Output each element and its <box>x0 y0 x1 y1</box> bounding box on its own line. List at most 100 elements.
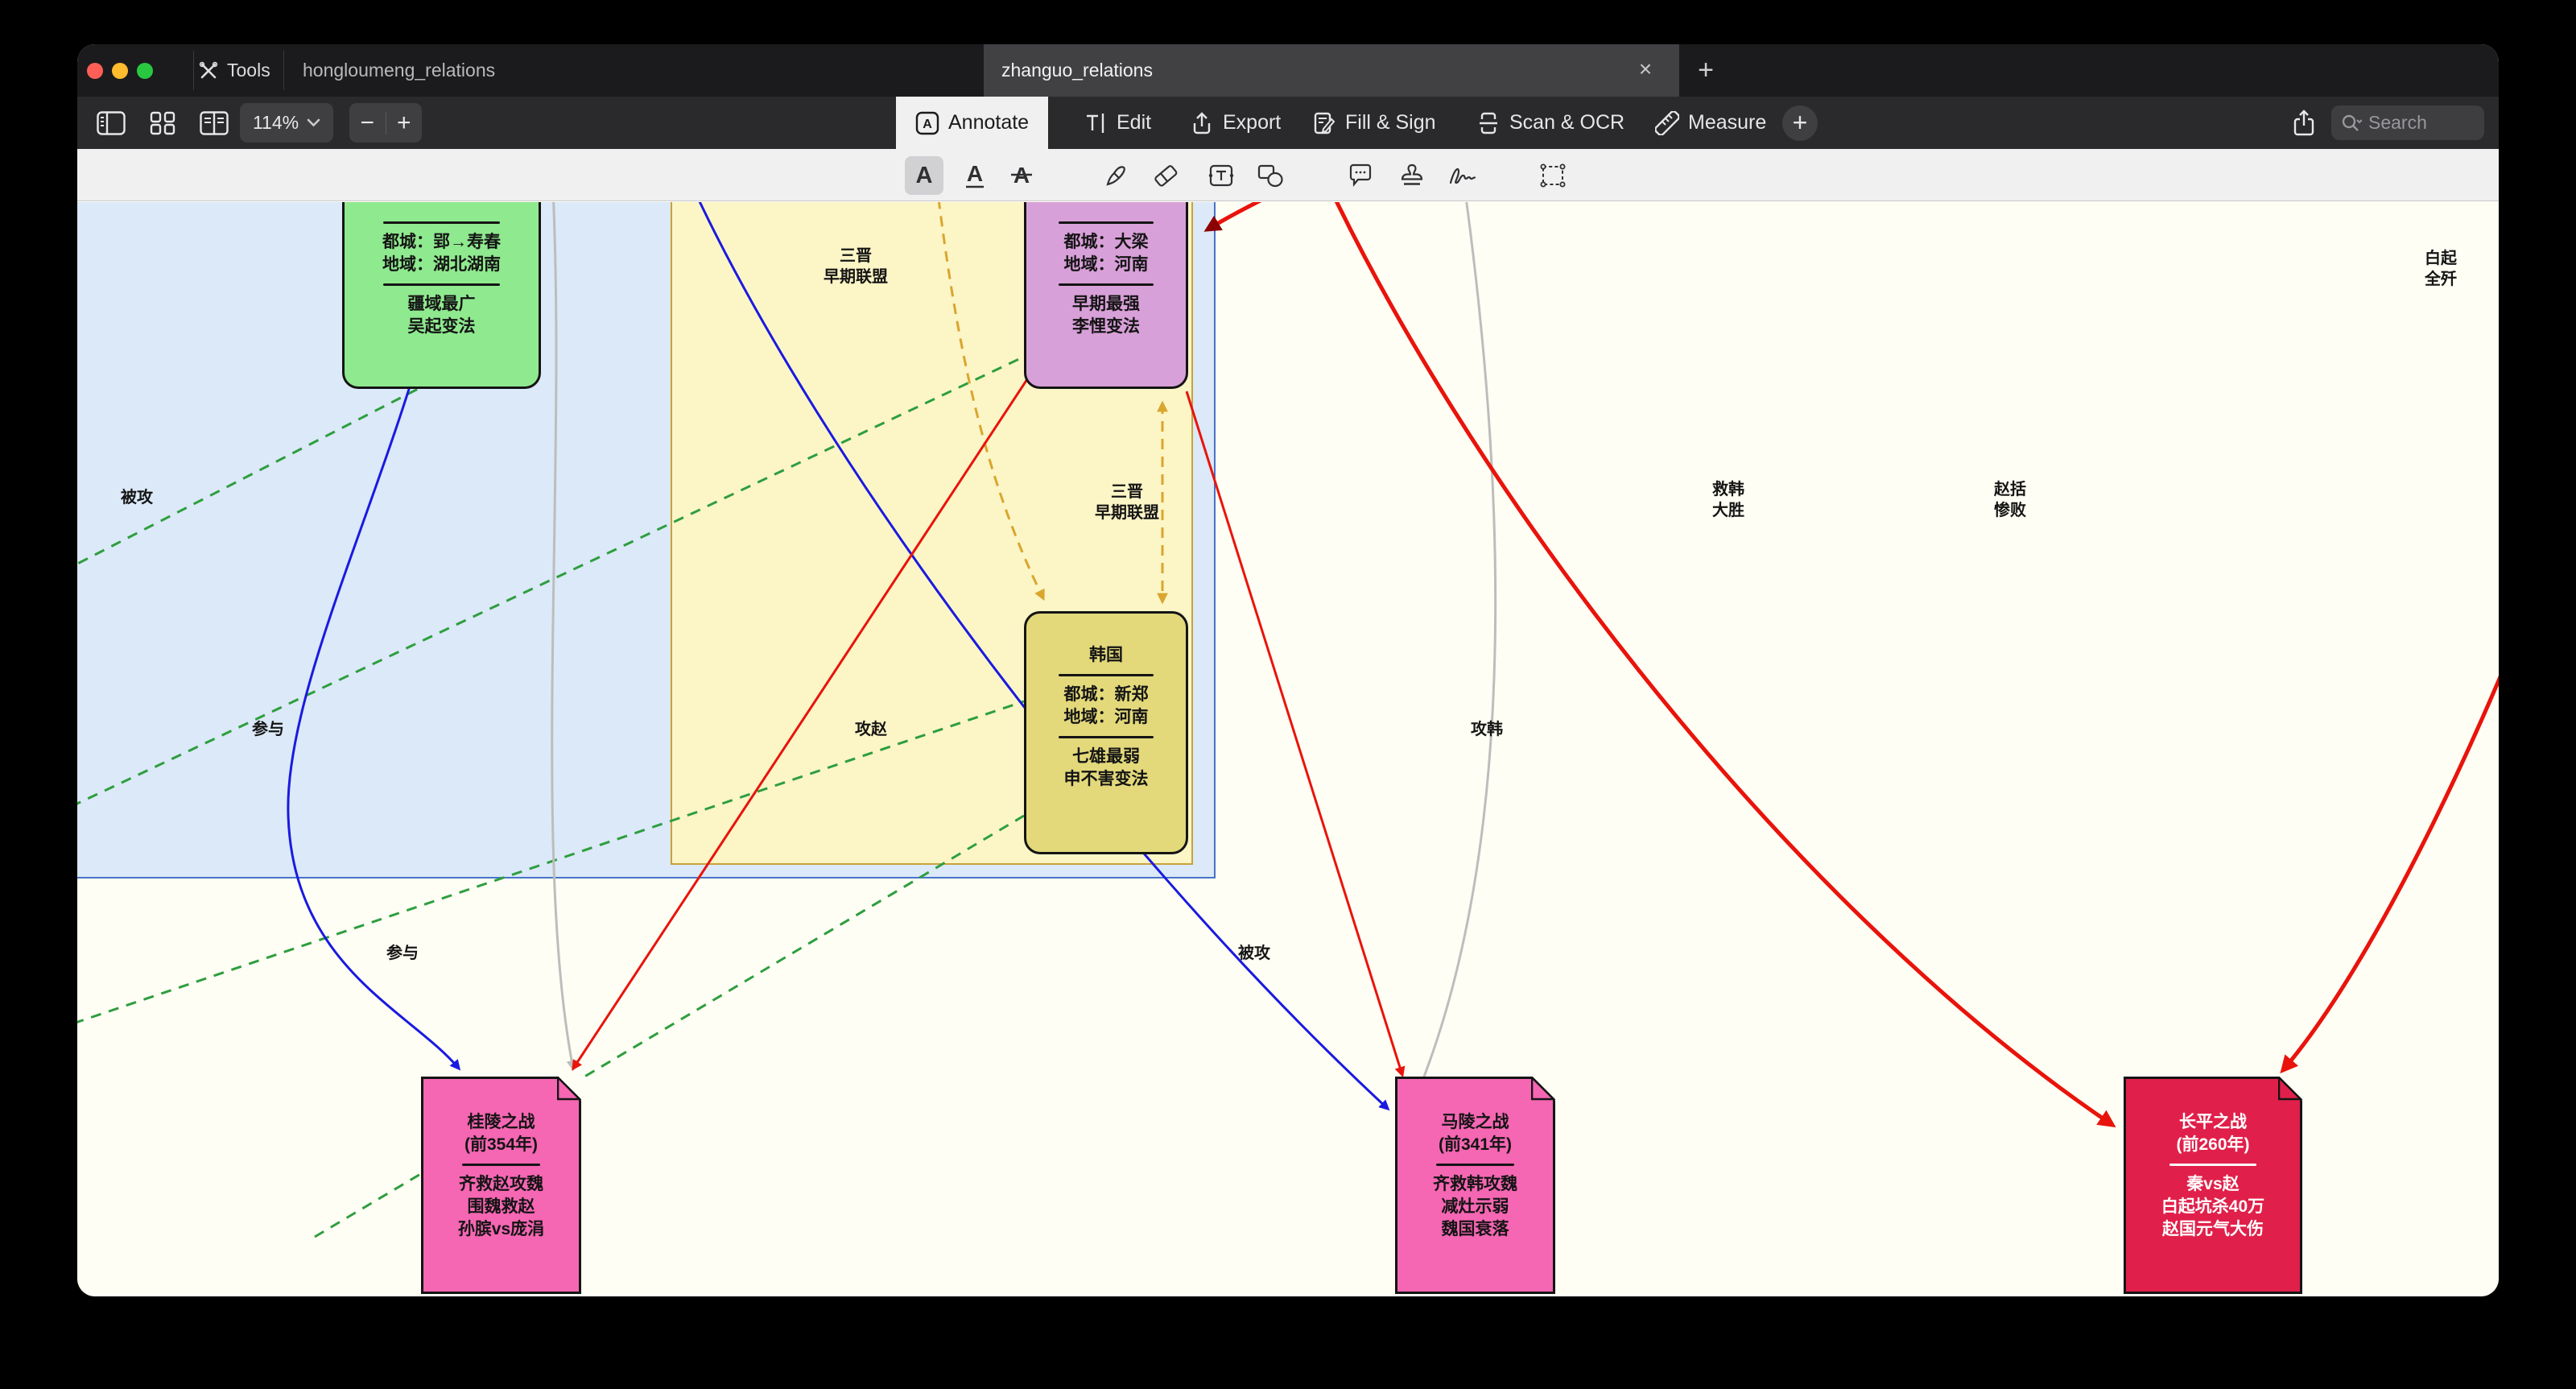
mode-label: Fill & Sign <box>1345 111 1436 134</box>
battle-title: 马陵之战 <box>1441 1113 1509 1131</box>
shapes-button[interactable] <box>1251 156 1290 195</box>
node-info-line: 都城：新郑 <box>1063 685 1149 704</box>
text-box-button[interactable] <box>1202 156 1241 195</box>
note-comment-button[interactable] <box>1341 156 1380 195</box>
highlight-text-button[interactable]: A <box>905 156 943 195</box>
chevron-down-icon <box>307 118 320 127</box>
sketch-pen-button[interactable] <box>1097 156 1136 195</box>
zoom-out-button[interactable]: − <box>349 105 386 142</box>
tab-hongloumeng-relations[interactable]: hongloumeng_relations <box>285 44 980 97</box>
divider <box>1058 736 1154 738</box>
svg-text:A: A <box>923 118 932 131</box>
edge-label: 赵括 惨败 <box>1994 481 2026 519</box>
strikethrough-text-button[interactable]: A <box>1002 156 1041 195</box>
battle-note-maling: 马陵之战 (前341年) 齐救韩攻魏 减灶示弱 魏国衰落 <box>1395 1077 1555 1294</box>
text-box-icon <box>1208 164 1234 187</box>
search-field[interactable] <box>2331 105 2484 140</box>
close-tab-icon[interactable]: × <box>1631 56 1660 85</box>
signature-button[interactable] <box>1443 156 1482 195</box>
shapes-icon <box>1257 164 1283 188</box>
divider <box>193 51 194 90</box>
clipped-title-area <box>1026 202 1186 214</box>
zoom-window-button[interactable] <box>137 63 153 79</box>
battle-detail: 白起坑杀40万 <box>2161 1197 2265 1216</box>
tab-title: zhanguo_relations <box>1001 60 1153 81</box>
mode-label: Export <box>1223 111 1282 134</box>
node-info-line: 地域：河南 <box>1063 255 1149 274</box>
tools-label: Tools <box>227 60 270 81</box>
selection-icon <box>1540 163 1566 188</box>
divider <box>283 51 284 90</box>
folded-corner <box>2278 1077 2302 1101</box>
tools-menu-button[interactable]: Tools <box>198 44 270 97</box>
battle-detail: 秦vs赵 <box>2186 1175 2240 1193</box>
battle-detail: 齐救赵攻魏 <box>459 1175 543 1193</box>
eraser-button[interactable] <box>1146 156 1185 195</box>
mode-label: Annotate <box>948 111 1030 134</box>
add-tool-tab-button[interactable]: + <box>1782 105 1818 141</box>
minimize-window-button[interactable] <box>112 63 128 79</box>
zoom-in-button[interactable]: + <box>386 105 423 142</box>
node-title: 韩国 <box>1089 646 1123 664</box>
scan-ocr-icon <box>1480 112 1497 134</box>
tab-measure[interactable]: Measure <box>1636 97 1785 149</box>
text-edit-icon <box>1087 113 1104 133</box>
edge-label: 攻赵 <box>855 721 887 738</box>
preview-window: Tools hongloumeng_relations zhanguo_rela… <box>77 44 2499 1296</box>
share-icon <box>2293 109 2314 135</box>
battle-note-guiling: 桂陵之战 (前354年) 齐救赵攻魏 围魏救赵 孙膑vs庞涓 <box>421 1077 581 1294</box>
divider <box>383 221 500 224</box>
search-icon <box>2342 114 2362 131</box>
tab-edit[interactable]: Edit <box>1064 97 1170 149</box>
sidebar-toggle-button[interactable] <box>89 103 134 143</box>
folded-corner <box>1531 1077 1555 1101</box>
edge-label: 白起 全歼 <box>2425 250 2457 288</box>
node-info-line: 都城：大梁 <box>1063 233 1149 251</box>
battle-detail: 减灶示弱 <box>1441 1197 1509 1216</box>
clipped-title-area <box>345 202 539 214</box>
node-info-line: 地域：湖北湖南 <box>382 255 501 274</box>
edge-label: 三晋 早期联盟 <box>1095 483 1159 522</box>
divider <box>462 1164 540 1166</box>
stamp-button[interactable] <box>1393 156 1431 195</box>
mode-label: Measure <box>1688 111 1767 134</box>
tab-scan-and-ocr[interactable]: Scan & OCR <box>1457 97 1644 149</box>
strikethrough-a-icon: A <box>1011 163 1032 188</box>
title-bar[interactable]: Tools hongloumeng_relations zhanguo_rela… <box>77 44 2499 97</box>
tab-export[interactable]: Export <box>1170 97 1300 149</box>
close-window-button[interactable] <box>87 63 103 79</box>
node-info-line: 都城：郢→寿春 <box>382 233 501 251</box>
svg-text:A: A <box>967 161 983 186</box>
node-chu-state: 都城：郢→寿春 地域：湖北湖南 疆域最广 吴起变法 <box>342 202 541 389</box>
share-button[interactable] <box>2281 103 2326 143</box>
document-canvas[interactable]: 都城：郢→寿春 地域：湖北湖南 疆域最广 吴起变法 都城：大梁 地域：河南 早期… <box>77 202 2499 1296</box>
selection-rectangle-button[interactable] <box>1534 156 1572 195</box>
node-trait-line: 疆域最广 <box>407 295 476 313</box>
search-input[interactable] <box>2368 112 2457 134</box>
two-page-view-button[interactable] <box>192 103 237 143</box>
divider <box>2169 1164 2256 1166</box>
signature-icon <box>1449 167 1476 184</box>
node-han-state: 韩国 都城：新郑 地域：河南 七雄最弱 申不害变法 <box>1024 611 1188 854</box>
thumbnails-view-button[interactable] <box>140 103 185 143</box>
node-wei-state: 都城：大梁 地域：河南 早期最强 李悝变法 <box>1024 202 1188 389</box>
book-icon <box>200 110 229 135</box>
zoom-level-dropdown[interactable]: 114% <box>240 103 333 143</box>
battle-year: (前354年) <box>464 1135 539 1154</box>
edge-label: 参与 <box>386 945 419 962</box>
tab-zhanguo-relations[interactable]: zhanguo_relations × <box>984 44 1679 97</box>
stamp-icon <box>1401 163 1423 185</box>
node-trait-line: 七雄最弱 <box>1072 747 1140 766</box>
node-info-line: 地域：河南 <box>1063 708 1149 726</box>
measure-icon <box>1655 110 1679 135</box>
edge-label: 救韩 大胜 <box>1712 481 1744 519</box>
tab-annotate[interactable]: A Annotate <box>896 97 1049 149</box>
tools-icon <box>199 61 218 78</box>
new-tab-button[interactable]: + <box>1687 52 1724 89</box>
divider <box>1058 221 1154 224</box>
sidebar-icon <box>97 110 126 135</box>
battle-detail: 围魏救赵 <box>467 1197 535 1216</box>
tab-fill-and-sign[interactable]: Fill & Sign <box>1293 97 1455 149</box>
mode-label: Edit <box>1117 111 1152 134</box>
underline-text-button[interactable]: A <box>956 156 994 195</box>
